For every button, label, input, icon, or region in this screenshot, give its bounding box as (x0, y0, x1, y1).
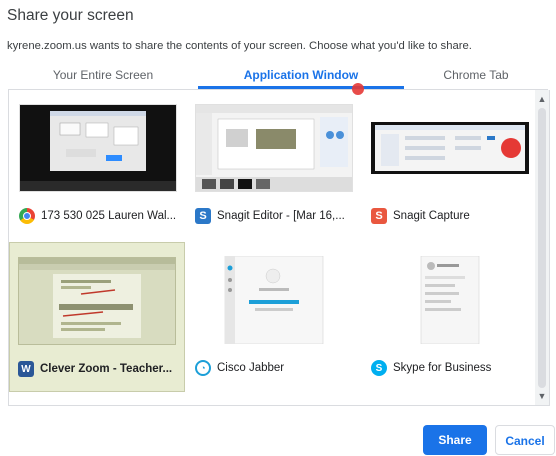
window-thumbnail (371, 104, 529, 192)
window-label: W Clever Zoom - Teacher... (18, 359, 182, 379)
window-item-skype-for-business[interactable]: S Skype for Business (363, 242, 539, 392)
window-grid[interactable]: 173 530 025 Lauren Wal... S Snagit Edito… (8, 90, 550, 406)
window-thumbnail (195, 256, 353, 344)
pointer-highlight-icon (352, 83, 364, 95)
window-item-cisco-jabber[interactable]: ◔ Cisco Jabber (187, 242, 363, 392)
window-label: S Skype for Business (371, 358, 535, 378)
window-label: 173 530 025 Lauren Wal... (19, 206, 183, 226)
tab-chrome-tab[interactable]: Chrome Tab (404, 64, 548, 90)
window-item-zoom-meeting[interactable]: 173 530 025 Lauren Wal... (11, 90, 187, 240)
cancel-button[interactable]: Cancel (495, 425, 555, 455)
window-thumbnail (195, 104, 353, 192)
share-button[interactable]: Share (423, 425, 487, 455)
snagit-capture-icon: S (371, 208, 387, 224)
window-item-snagit-editor[interactable]: S Snagit Editor - [Mar 16,... (187, 90, 363, 240)
window-label: ◔ Cisco Jabber (195, 358, 359, 378)
window-grid-scrollbar[interactable]: ▲ ▼ (535, 90, 549, 405)
scroll-up-icon[interactable]: ▲ (535, 92, 549, 106)
chrome-icon (19, 208, 35, 224)
dialog-subtitle: kyrene.zoom.us wants to share the conten… (7, 40, 472, 52)
window-item-clever-zoom[interactable]: W Clever Zoom - Teacher... (9, 242, 185, 392)
window-item-snagit-capture[interactable]: S Snagit Capture (363, 90, 539, 240)
scroll-thumb[interactable] (538, 108, 546, 388)
window-thumbnail (19, 104, 177, 192)
skype-icon: S (371, 360, 387, 376)
window-thumbnail (371, 256, 529, 344)
window-thumbnail (18, 257, 176, 345)
snagit-editor-icon: S (195, 208, 211, 224)
scroll-down-icon[interactable]: ▼ (535, 389, 549, 403)
tab-entire-screen[interactable]: Your Entire Screen (8, 64, 198, 90)
window-label: S Snagit Capture (371, 206, 535, 226)
dialog-title: Share your screen (7, 7, 134, 24)
word-icon: W (18, 361, 34, 377)
source-tabs: Your Entire Screen Application Window Ch… (8, 64, 548, 90)
window-label: S Snagit Editor - [Mar 16,... (195, 206, 359, 226)
cisco-jabber-icon: ◔ (195, 360, 211, 376)
